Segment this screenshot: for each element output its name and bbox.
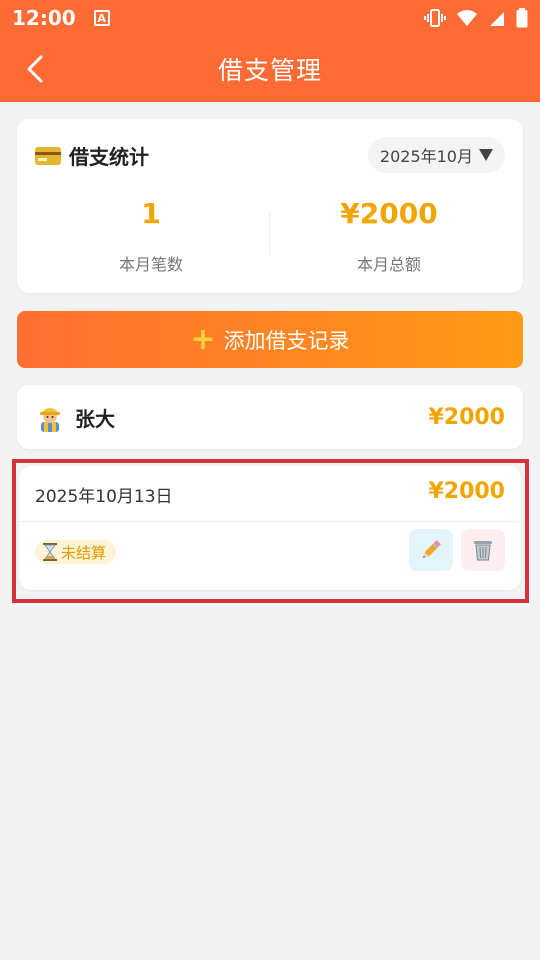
record-amount: ¥2000 [428, 479, 505, 504]
person-amount: ¥2000 [428, 404, 505, 430]
total-stat: ¥2000 本月总额 [269, 197, 509, 275]
back-arrow-icon [27, 55, 43, 83]
chevron-down-icon [479, 149, 493, 161]
stats-title: 借支统计 [69, 145, 149, 169]
back-button[interactable] [18, 52, 52, 86]
delete-button[interactable] [461, 529, 505, 571]
wifi-icon [457, 10, 477, 26]
status-text: 未结算 [61, 543, 107, 562]
status-icons [424, 8, 528, 28]
record-card[interactable]: 2025年10月13日 ¥2000 未结算 [19, 466, 521, 590]
stats-card: 借支统计 2025年10月 1 本月笔数 ¥2000 本月总额 [17, 119, 523, 293]
plus-icon: + [190, 321, 216, 357]
construction-worker-icon [40, 408, 60, 432]
count-label: 本月笔数 [118, 255, 183, 274]
vibrate-icon [424, 9, 446, 27]
battery-icon [516, 8, 528, 28]
signal-icon [490, 12, 504, 26]
count-stat: 1 本月笔数 [31, 197, 271, 275]
total-value: ¥2000 [340, 197, 438, 230]
record-divider [19, 521, 521, 522]
wastebasket-icon [474, 541, 492, 561]
hourglass-icon [43, 543, 57, 561]
status-time: 12:00 [12, 6, 76, 30]
add-record-label: 添加借支记录 [223, 328, 350, 353]
add-record-button[interactable]: + 添加借支记录 [17, 311, 523, 368]
person-card[interactable]: 张大 ¥2000 [17, 385, 523, 449]
status-bar: 12:00 A [0, 0, 540, 36]
notification-icon: A [93, 10, 110, 26]
total-label: 本月总额 [356, 255, 421, 274]
app-header: 12:00 A 借支管理 [0, 0, 540, 102]
edit-button[interactable] [409, 529, 453, 571]
status-badge: 未结算 [35, 540, 117, 564]
month-value: 2025年10月 [379, 147, 473, 166]
pencil-icon [423, 540, 441, 558]
title-bar: 借支管理 [0, 36, 540, 102]
page-title: 借支管理 [217, 56, 322, 85]
person-name: 张大 [75, 406, 115, 431]
credit-card-icon [35, 146, 61, 165]
stats-header: 借支统计 [35, 141, 149, 170]
count-value: 1 [141, 197, 161, 230]
month-selector[interactable]: 2025年10月 [367, 137, 505, 173]
record-date: 2025年10月13日 [35, 487, 173, 507]
